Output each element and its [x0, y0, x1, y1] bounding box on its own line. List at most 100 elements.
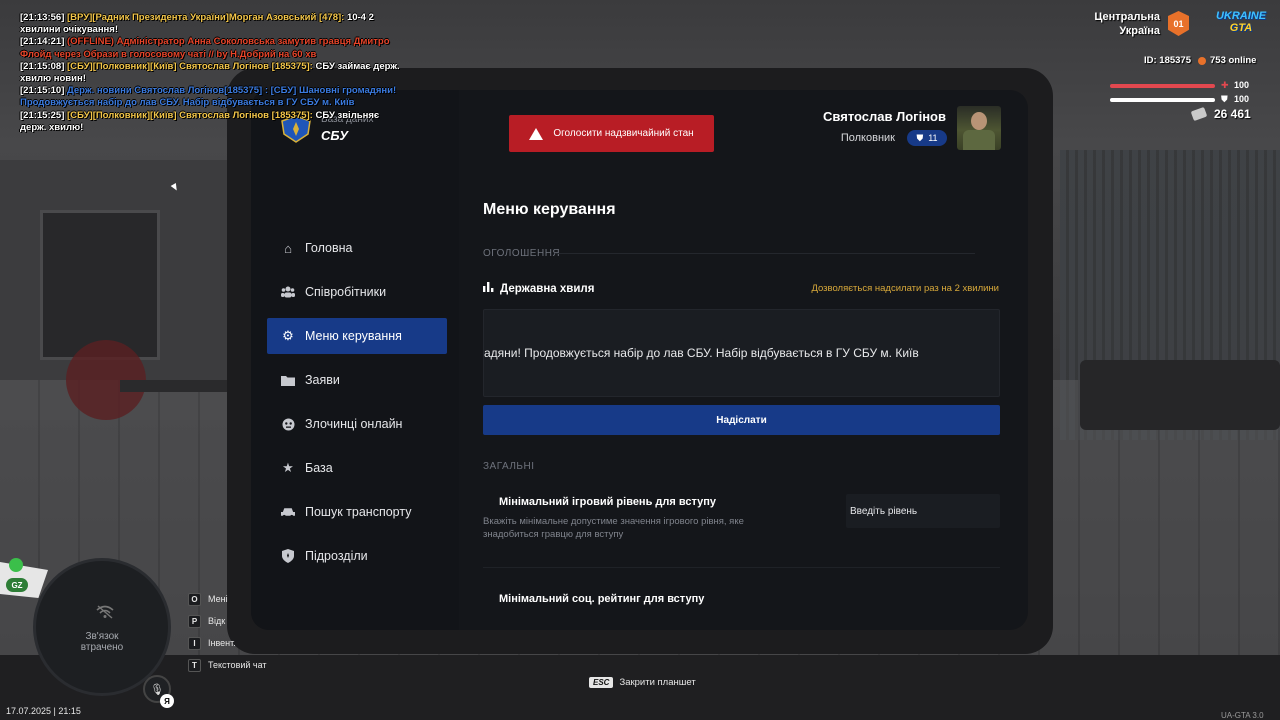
- chat-time: [21:15:10]: [20, 85, 65, 97]
- section-general: ЗАГАЛЬНІ: [483, 461, 535, 472]
- home-icon: ⌂: [284, 240, 292, 256]
- logo-bottom: GTA: [1229, 22, 1253, 34]
- hotkey-label: Інвент.: [208, 638, 236, 648]
- minimap-status-line1: Зв'язок: [85, 631, 119, 642]
- hotkey-key: T: [188, 658, 201, 672]
- folder-icon: [281, 373, 295, 387]
- section-announcements: ОГОЛОШЕННЯ: [483, 248, 561, 259]
- min-level-title: Мінімальний ігровий рівень для вступу: [499, 496, 716, 508]
- hotkey-row: I Інвент.: [188, 632, 267, 654]
- window: [40, 210, 160, 360]
- nav-item-base[interactable]: ★ База: [267, 450, 447, 486]
- chat-time: [21:13:56]: [20, 12, 65, 23]
- nav-item-label: Підрозділи: [305, 549, 368, 563]
- voice-badge: Я: [160, 694, 174, 708]
- armor-bar: [1110, 98, 1215, 102]
- wave-message-input[interactable]: адяни! Продовжується набір до лав СБУ. Н…: [483, 309, 1000, 397]
- minimap-status-line2: втрачено: [80, 642, 124, 653]
- minimap-status: Зв'язок втрачено: [36, 631, 168, 653]
- car-icon: [281, 505, 295, 519]
- armor-value: 100: [1234, 94, 1250, 104]
- hotkey-key: I: [188, 636, 201, 650]
- nav-item-label: База: [305, 461, 333, 475]
- esc-key: ESC: [589, 677, 614, 688]
- chat-line: [21:15:10] Держ. новини Святослав Логіно…: [20, 85, 400, 109]
- chat-log: [21:13:56] [ВРУ][Радник Президента Украї…: [20, 12, 400, 134]
- logo-top: UKRAINE: [1215, 10, 1267, 22]
- health-bar: [1110, 84, 1215, 88]
- state-wave-title: Державна хвиля: [500, 282, 595, 295]
- chat-line: [21:13:56] [ВРУ][Радник Президента Украї…: [20, 12, 400, 36]
- nav-item-control-menu[interactable]: ⚙ Меню керування: [267, 318, 447, 354]
- sidebar: База даних СБУ ⌂ Головна Співробітники ⚙…: [251, 90, 459, 630]
- nav-item-label: Пошук транспорту: [305, 505, 412, 519]
- tablet-screen: База даних СБУ ⌂ Головна Співробітники ⚙…: [251, 90, 1028, 630]
- hotkey-key: O: [188, 592, 201, 606]
- setting-divider: [483, 567, 1000, 568]
- health-icon: ✚: [1221, 80, 1229, 90]
- close-tablet-hint: ESC Закрити планшет: [589, 677, 696, 688]
- money: 26 461: [1190, 106, 1251, 122]
- hotkey-key: P: [188, 614, 201, 628]
- sofa: [1080, 360, 1280, 430]
- min-rating-title: Мінімальний соц. рейтинг для вступу: [499, 593, 705, 605]
- online-text: 753 online: [1210, 55, 1257, 66]
- min-level-input[interactable]: Введіть рівень: [846, 494, 1000, 528]
- game-version: UA-GTA 3.0: [1221, 711, 1264, 720]
- chat-time: [21:15:25]: [20, 109, 65, 121]
- money-icon: [1190, 106, 1208, 122]
- criminal-icon: [281, 417, 295, 431]
- state-wave-note: Дозволяється надсилати раз на 2 хвилини: [811, 283, 999, 294]
- nav-item-home[interactable]: ⌂ Головна: [267, 230, 447, 266]
- chat-line: [21:15:25] [СБУ][Полковник][Київ] Святос…: [20, 110, 400, 134]
- hotkey-row: P Відк: [188, 610, 267, 632]
- hotkey-label: Текстовий чат: [208, 660, 267, 670]
- page-title: Меню керування: [483, 201, 616, 218]
- zone-label: GZ: [6, 578, 28, 592]
- chat-message: Держ. новини Святослав Логінов[185375] :…: [20, 85, 397, 109]
- server-name-line2: Україна: [1119, 25, 1160, 37]
- money-value: 26 461: [1214, 107, 1251, 121]
- chat-line: [21:14:21] (OFFLINE) Адміністратор Анна …: [20, 36, 400, 60]
- bar-chart-icon: [483, 282, 494, 295]
- nav-item-label: Заяви: [305, 373, 340, 387]
- server-name-line1: Центральна: [1094, 11, 1160, 23]
- users-icon: [281, 285, 295, 299]
- armor-icon: ⛊: [1221, 94, 1228, 104]
- close-tablet-label: Закрити планшет: [619, 677, 696, 688]
- table: [120, 380, 230, 392]
- nav-item-employees[interactable]: Співробітники: [267, 274, 447, 310]
- section-divider: [555, 253, 975, 254]
- chat-message: [ВРУ][Радник Президента України]Морган А…: [67, 12, 345, 23]
- online-dot-icon: [1198, 56, 1206, 65]
- online-count: 753 online: [1198, 55, 1256, 66]
- chat-message: [СБУ][Полковник][Київ] Святослав Логінов…: [67, 60, 313, 72]
- chat-time: [21:15:08]: [20, 60, 65, 72]
- hotkey-row: T Текстовий чат: [188, 654, 267, 676]
- send-button[interactable]: Надіслати: [483, 405, 1000, 435]
- nav-item-criminals-online[interactable]: Злочинці онлайн: [267, 406, 447, 442]
- hotkey-label: Мені: [208, 594, 228, 604]
- nav-item-vehicle-search[interactable]: Пошук транспорту: [267, 494, 447, 530]
- nav-item-label: Злочинці онлайн: [305, 417, 403, 431]
- hotkey-row: O Мені: [188, 588, 267, 610]
- chat-message: [СБУ][Полковник][Київ] Святослав Логінов…: [67, 109, 313, 121]
- server-name: Центральна Україна: [1094, 10, 1160, 38]
- nav-item-divisions[interactable]: Підрозділи: [267, 538, 447, 574]
- date-time: 17.07.2025 | 21:15: [6, 706, 81, 716]
- chat-message: (OFFLINE) Адміністратор Анна Соколовська…: [20, 36, 390, 60]
- min-level-desc: Вкажіть мінімальне допустиме значення іг…: [483, 516, 744, 540]
- nav-menu: ⌂ Головна Співробітники ⚙ Меню керування…: [267, 230, 447, 582]
- main-content: Меню керування ОГОЛОШЕННЯ Державна хвиля…: [483, 90, 1003, 630]
- chat-line: [21:15:08] [СБУ][Полковник][Київ] Святос…: [20, 61, 400, 85]
- hotkeys: O Мені P Відк I Інвент. T Текстовий чат: [188, 588, 267, 676]
- nav-item-label: Головна: [305, 241, 353, 255]
- star-icon: ★: [282, 460, 294, 475]
- shield-icon: [281, 549, 295, 563]
- nav-item-applications[interactable]: Заяви: [267, 362, 447, 398]
- game-logo: UKRAINE GTA: [1212, 10, 1270, 38]
- player-id: ID: 185375: [1144, 55, 1192, 66]
- zone-status-icon: [9, 558, 23, 572]
- no-signal-icon: [96, 605, 114, 622]
- state-wave-label: Державна хвиля: [483, 282, 594, 295]
